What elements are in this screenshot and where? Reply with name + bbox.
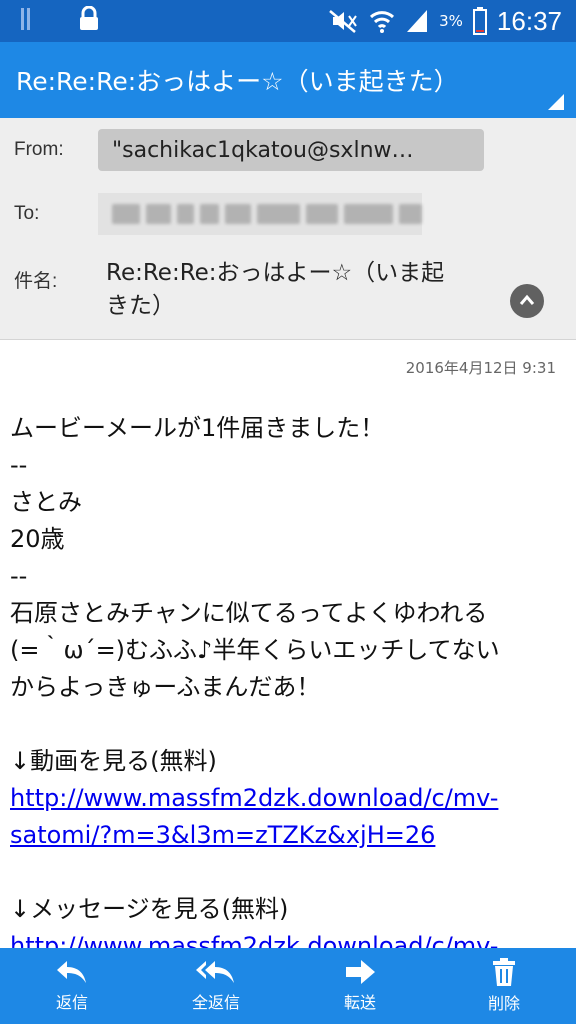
video-link-cont[interactable]: satomi/?m=3&l3m=zTZKz&xjH=26: [10, 817, 566, 854]
forward-label: 転送: [343, 993, 376, 1012]
subject-line-2: きた）: [106, 293, 175, 319]
chevron-up-icon: [519, 294, 535, 305]
notification-icon: [21, 8, 30, 30]
to-address-blurred[interactable]: [98, 193, 422, 235]
reply-label: 返信: [55, 993, 88, 1012]
signal-icon: [407, 10, 428, 32]
battery-icon: [472, 7, 487, 35]
body-line: ムービーメールが1件届きました！: [10, 414, 385, 442]
clock: 16:37: [496, 5, 562, 36]
reply-all-label: 全返信: [191, 993, 240, 1012]
mute-icon: [329, 10, 357, 33]
to-label: To:: [14, 203, 40, 224]
forward-icon: [346, 960, 375, 984]
status-bar: 3% 16:37: [0, 0, 576, 42]
mail-title: Re:Re:Re:おっはよー☆（いま起きた）: [16, 67, 459, 96]
reply-all-button[interactable]: 全返信: [144, 948, 288, 1024]
subject-line-1: Re:Re:Re:おっはよー☆（いま起: [106, 260, 445, 286]
body-line: --: [10, 451, 28, 479]
battery-percent: 3%: [439, 12, 463, 30]
bottom-toolbar: 返信 全返信 転送 削除: [0, 948, 576, 1024]
body-line: --: [10, 562, 28, 590]
reply-button[interactable]: 返信: [0, 948, 144, 1024]
delete-label: 削除: [487, 994, 520, 1013]
app-bar: Re:Re:Re:おっはよー☆（いま起きた）: [0, 42, 576, 118]
lock-icon: [80, 6, 98, 30]
video-link[interactable]: http://www.massfm2dzk.download/c/mv-: [10, 780, 566, 817]
body-line: 石原さとみチャンに似てるってよくゆわれる: [10, 599, 488, 627]
overflow-menu-icon[interactable]: [548, 94, 564, 110]
body-line: からよっきゅーふまんだあ！: [10, 673, 321, 701]
subject-text: Re:Re:Re:おっはよー☆（いま起 きた）: [106, 257, 506, 323]
delete-button[interactable]: 削除: [432, 948, 576, 1024]
subject-label: 件名:: [14, 271, 58, 292]
reply-icon: [57, 961, 86, 983]
wifi-icon: [370, 11, 395, 33]
from-label: From:: [14, 139, 64, 160]
body-line: ↓動画を見る(無料): [10, 747, 217, 775]
body-line: 20歳: [10, 525, 65, 553]
received-date: 2016年4月12日 9:31: [405, 359, 556, 377]
body-line: ↓メッセージを見る(無料): [10, 895, 289, 923]
from-address-chip[interactable]: "sachikac1qkatou@sxlnw…: [98, 129, 484, 171]
mail-header: From: "sachikac1qkatou@sxlnw… To: 件名: Re…: [0, 118, 576, 340]
body-line: さとみ: [10, 488, 82, 516]
video-link-part-2[interactable]: satomi/?m=3&l3m=zTZKz&xjH=26: [10, 821, 435, 849]
trash-icon: [493, 958, 515, 986]
collapse-header-button[interactable]: [510, 284, 544, 318]
body-line: (=｀ω´=)むふふ♪半年くらいエッチしてない: [10, 636, 500, 664]
forward-button[interactable]: 転送: [288, 948, 432, 1024]
mail-body: ムービーメールが1件届きました！ -- さとみ 20歳 -- 石原さとみチャンに…: [10, 410, 566, 965]
reply-all-icon: [196, 961, 234, 983]
video-link-part-1[interactable]: http://www.massfm2dzk.download/c/mv-: [10, 784, 498, 812]
